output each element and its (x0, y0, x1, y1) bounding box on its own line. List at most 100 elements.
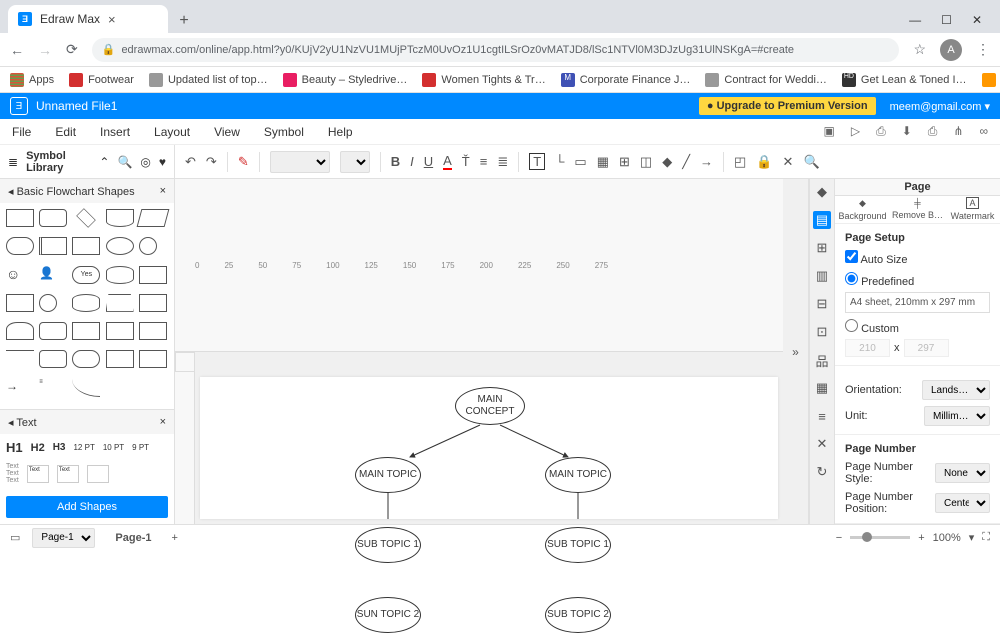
shape-conn[interactable] (39, 294, 57, 312)
shape-r2[interactable] (39, 350, 67, 368)
forward-icon[interactable]: → (38, 42, 52, 58)
arrow-icon[interactable]: → (700, 154, 713, 169)
crop-icon[interactable]: ◰ (734, 154, 746, 170)
back-icon[interactable]: ← (10, 42, 24, 58)
shape-actor[interactable]: ☺ (6, 266, 34, 284)
auto-size-checkbox[interactable]: Auto Size (845, 250, 908, 266)
format-painter-icon[interactable]: ✎ (238, 154, 249, 170)
history-tool-icon[interactable]: ↻ (813, 463, 831, 481)
db-tool-icon[interactable]: ⊟ (813, 295, 831, 313)
maximize-icon[interactable]: ☐ (941, 13, 952, 27)
unit-select[interactable]: Millim… (924, 406, 990, 426)
tab-remove-bg[interactable]: ╪Remove B… (890, 196, 945, 223)
predefined-radio[interactable]: Predefined (845, 272, 914, 288)
fullscreen-icon[interactable]: ⛶ (982, 531, 990, 544)
shape-doc[interactable] (106, 209, 134, 227)
shape-predef[interactable] (72, 237, 100, 255)
shape-t2[interactable] (72, 350, 100, 368)
shape-prep[interactable] (106, 322, 134, 340)
new-tab-button[interactable]: + (172, 9, 196, 33)
shape-parallel[interactable] (136, 209, 169, 227)
pn-position-select[interactable]: Center (935, 493, 990, 513)
text-sample[interactable]: TextTextText (6, 463, 19, 484)
shapes-header[interactable]: ◂ Basic Flowchart Shapes × (0, 179, 174, 203)
bookmark-item[interactable]: MCorporate Finance J… (561, 73, 691, 87)
bookmark-item[interactable]: Women Tights & Tr… (422, 73, 545, 87)
print-icon[interactable]: ⎙ (928, 124, 938, 139)
tree-tool-icon[interactable]: 品 (813, 351, 831, 369)
shape-pill[interactable]: Yes (72, 266, 100, 284)
cross-tool-icon[interactable]: ✕ (813, 435, 831, 453)
apps-button[interactable]: Apps (10, 73, 54, 87)
tab-background[interactable]: ◆Background (835, 196, 890, 223)
menu-symbol[interactable]: Symbol (264, 125, 304, 139)
shape-curve[interactable] (72, 379, 100, 397)
page-tool-icon[interactable]: ▤ (813, 211, 831, 229)
shape-p2[interactable] (106, 350, 134, 368)
bookmark-item[interactable]: 30 Day Fitness Chal… (982, 73, 1000, 87)
bookmark-item[interactable]: Updated list of top… (149, 73, 268, 87)
browser-tab[interactable]: Ǝ Edraw Max × (8, 5, 168, 33)
menu-insert[interactable]: Insert (100, 125, 130, 139)
menu-edit[interactable]: Edit (55, 125, 76, 139)
lock-icon[interactable]: 🔒 (756, 154, 772, 170)
node-l1[interactable]: MAIN TOPIC (355, 457, 421, 493)
search-tool-icon[interactable]: 🔍 (803, 154, 819, 170)
shape-terminator[interactable] (6, 237, 34, 255)
bookmark-item[interactable]: Beauty – Styledrive… (283, 73, 408, 87)
shape-cylinder[interactable] (106, 266, 134, 284)
menu-layout[interactable]: Layout (154, 125, 190, 139)
pages-icon[interactable]: ▭ (10, 531, 20, 544)
underline-icon[interactable]: U (424, 154, 433, 169)
fill-tool-icon[interactable]: ◆ (813, 183, 831, 201)
code-tool-icon[interactable]: ▦ (813, 379, 831, 397)
user-email[interactable]: meem@gmail.com ▾ (890, 100, 990, 113)
save-icon[interactable]: ⎙ (876, 124, 886, 139)
bold-icon[interactable]: B (391, 154, 400, 169)
zoom-out-icon[interactable]: − (836, 532, 842, 544)
height-input[interactable] (904, 339, 949, 357)
bookmark-item[interactable]: HDGet Lean & Toned I… (842, 73, 967, 87)
filename[interactable]: Unnamed File1 (36, 99, 117, 113)
shape-data[interactable] (6, 294, 34, 312)
menu-file[interactable]: File (12, 125, 31, 139)
shape-db[interactable] (72, 294, 100, 312)
text-tool-icon[interactable]: T (529, 153, 545, 170)
sheet-size[interactable]: A4 sheet, 210mm x 297 mm (845, 292, 990, 313)
align-tool-icon[interactable]: ⊡ (813, 323, 831, 341)
custom-radio[interactable]: Custom (845, 319, 899, 335)
page-tab[interactable]: Page-1 (107, 529, 159, 547)
avatar[interactable]: A (940, 39, 962, 61)
zoom-slider[interactable] (850, 536, 910, 539)
close-icon[interactable]: × (160, 416, 166, 428)
table-icon[interactable]: ⊞ (619, 154, 630, 170)
upgrade-button[interactable]: ● Upgrade to Premium Version (699, 97, 876, 115)
shape-card[interactable] (139, 266, 167, 284)
redo-icon[interactable]: ↷ (206, 154, 217, 170)
search-icon[interactable]: 🔍 (117, 155, 132, 169)
node-r1[interactable]: MAIN TOPIC (545, 457, 611, 493)
menu-help[interactable]: Help (328, 125, 353, 139)
node-l3[interactable]: SUN TOPIC 2 (355, 597, 421, 633)
bookmark-item[interactable]: Contract for Weddi… (705, 73, 827, 87)
undo-icon[interactable]: ↶ (185, 154, 196, 170)
minimize-icon[interactable]: — (909, 13, 921, 27)
shape-person[interactable]: 👤 (39, 266, 67, 284)
url-input[interactable]: 🔒 edrawmax.com/online/app.html?y0/KUjV2y… (92, 38, 900, 62)
text-box3[interactable] (87, 465, 109, 483)
shape-tape[interactable] (139, 294, 167, 312)
shape-ellipse[interactable] (106, 237, 134, 255)
grid-tool-icon[interactable]: ⊞ (813, 239, 831, 257)
menu-view[interactable]: View (214, 125, 240, 139)
image-icon[interactable]: ▦ (597, 154, 609, 170)
share-icon[interactable]: ⋔ (953, 124, 963, 139)
list-tool-icon[interactable]: ≡ (813, 407, 831, 425)
shape-diamond[interactable] (77, 208, 97, 228)
node-r2[interactable]: SUB TOPIC 1 (545, 527, 611, 563)
shape-wave[interactable] (6, 322, 34, 340)
close-window-icon[interactable]: ✕ (972, 13, 982, 27)
chevron-down-icon[interactable]: ▾ (969, 531, 975, 544)
text-box[interactable]: Text (27, 465, 49, 483)
star-icon[interactable]: ☆ (913, 41, 926, 58)
node-r3[interactable]: SUB TOPIC 2 (545, 597, 611, 633)
